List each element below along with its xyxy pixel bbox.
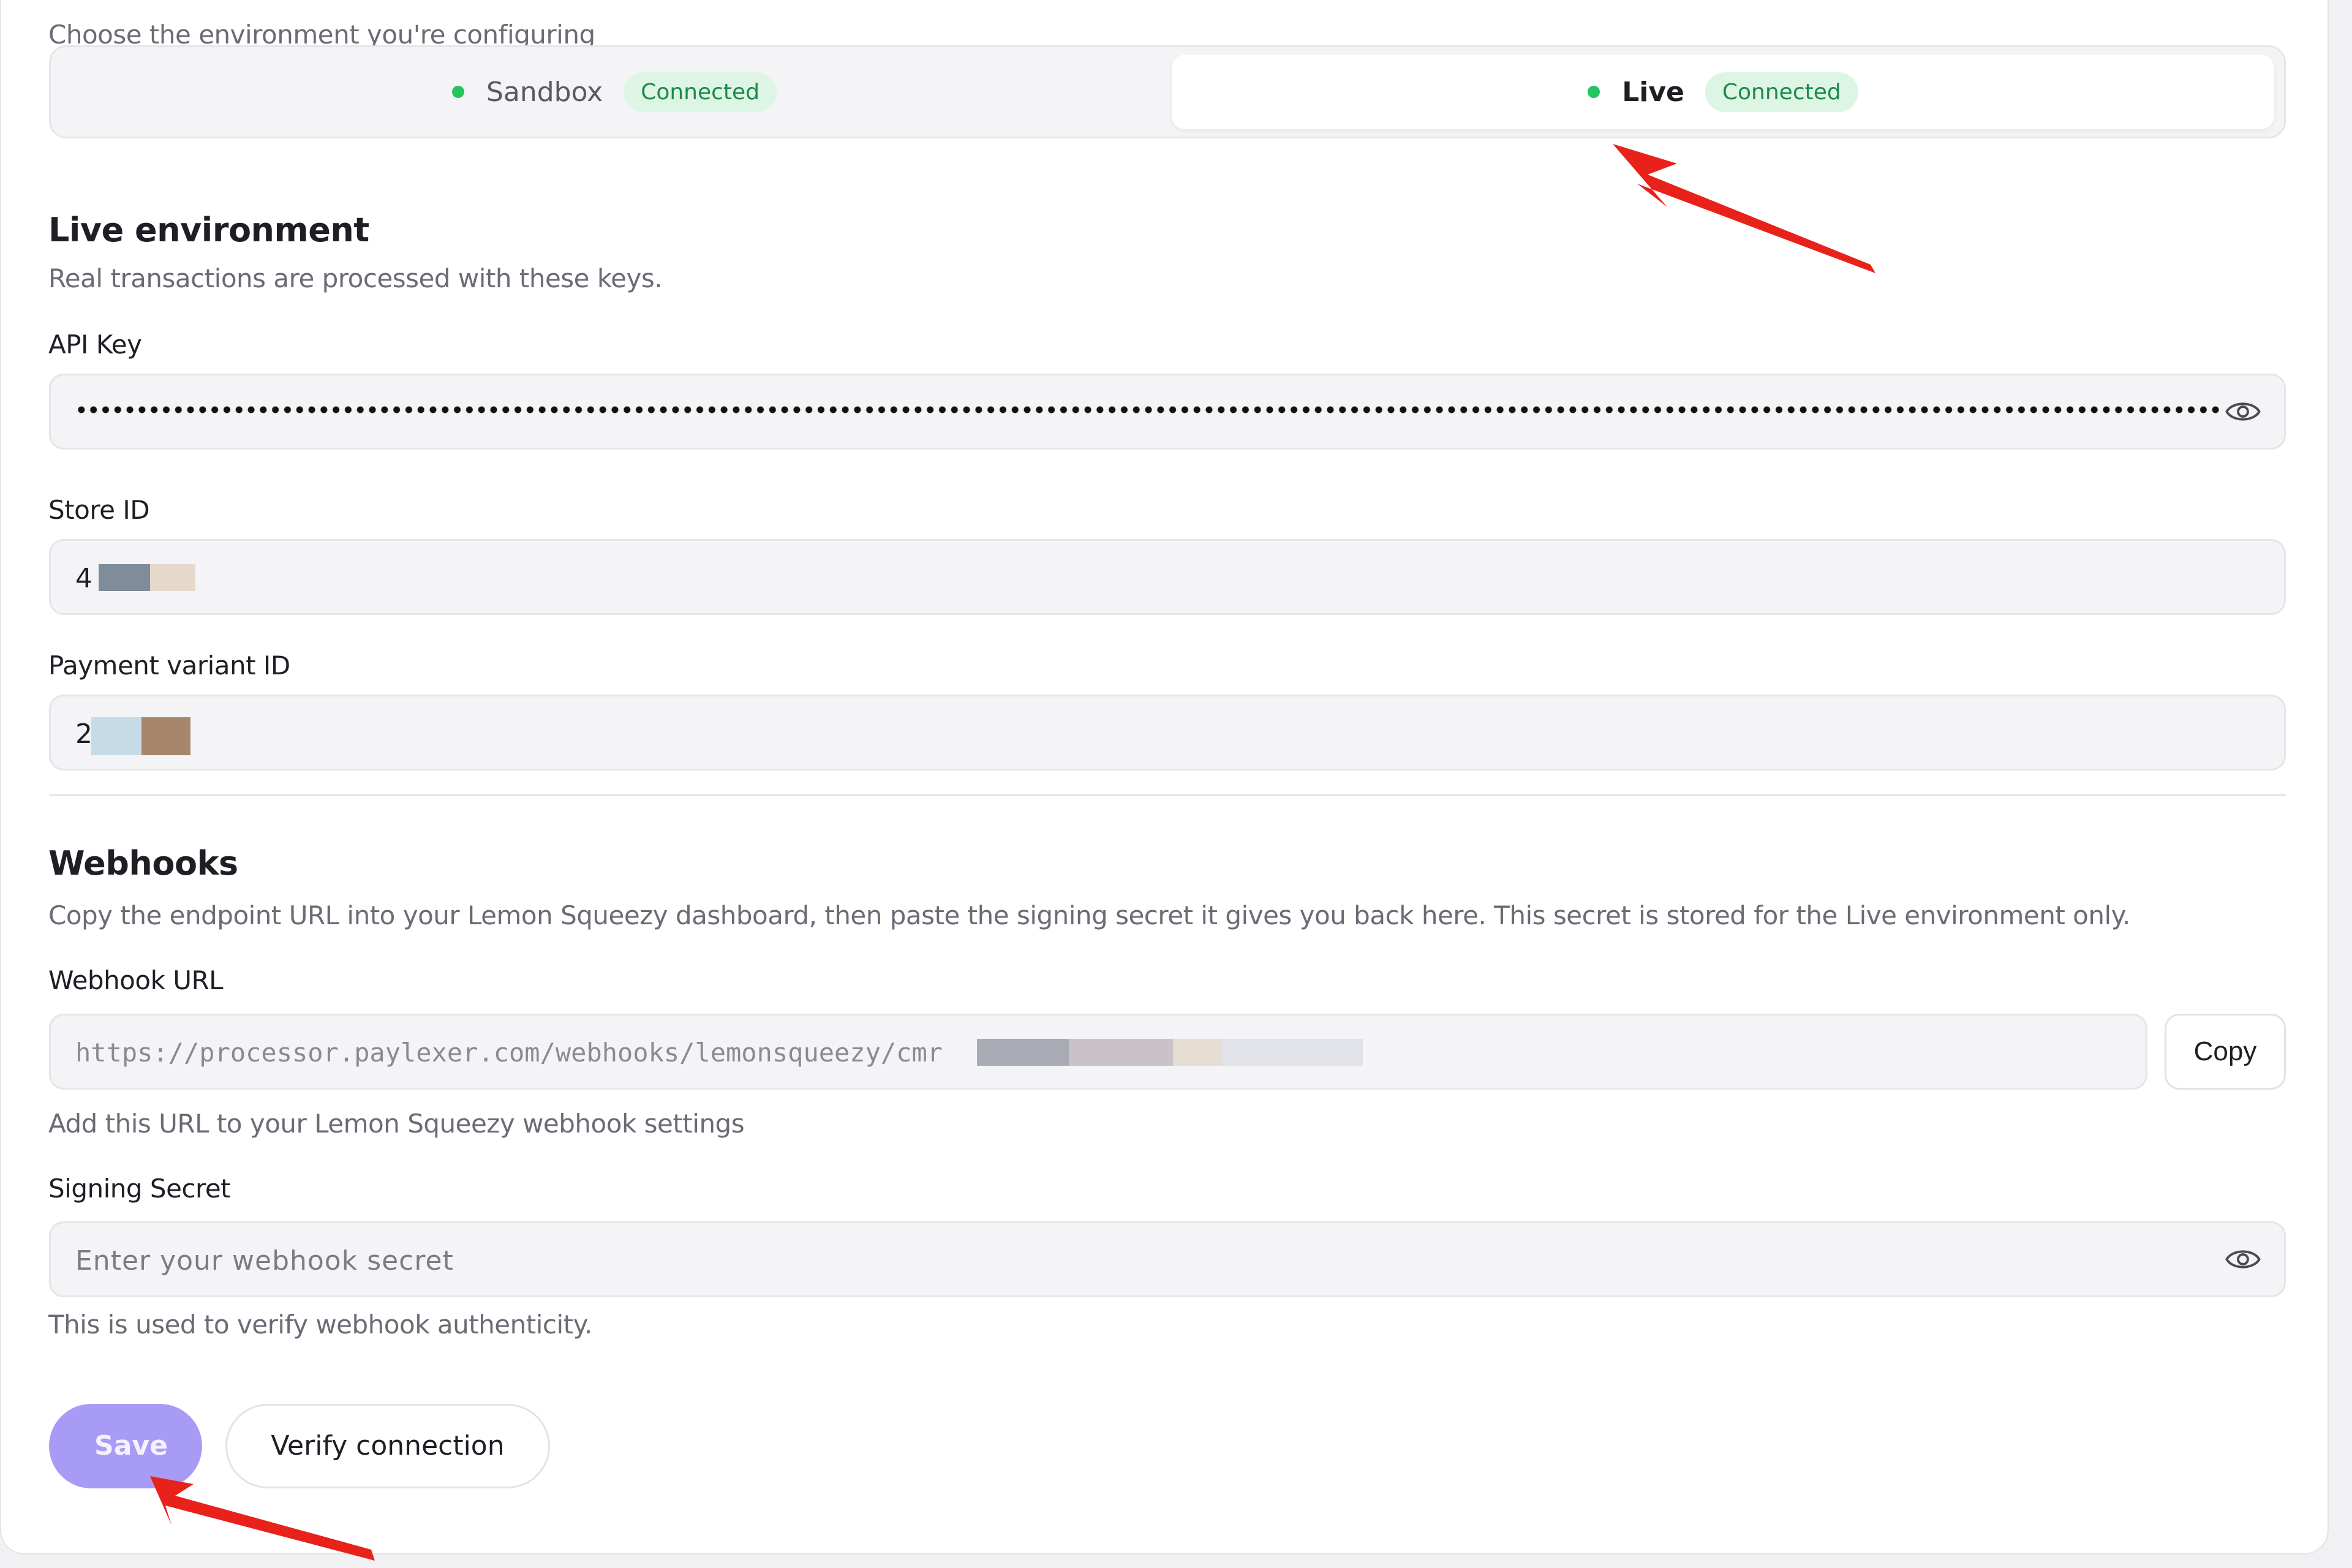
status-badge: Connected xyxy=(624,72,777,112)
env-name: Sandbox xyxy=(486,76,603,108)
store-id-value: 4 xyxy=(75,563,92,594)
status-badge: Connected xyxy=(1705,72,1858,112)
signing-secret-placeholder: Enter your webhook secret xyxy=(75,1245,454,1276)
signing-secret-hint: This is used to verify webhook authentic… xyxy=(48,1310,592,1340)
webhooks-section-title: Webhooks xyxy=(48,844,238,883)
redaction-block xyxy=(91,717,141,755)
eye-icon[interactable] xyxy=(2225,1244,2261,1275)
eye-icon[interactable] xyxy=(2225,396,2261,427)
env-option-sandbox[interactable]: Sandbox Connected xyxy=(57,55,1172,129)
env-name: Live xyxy=(1622,76,1684,108)
webhook-url-input[interactable]: https://processor.paylexer.com/webhooks/… xyxy=(49,1014,2147,1090)
save-button[interactable]: Save xyxy=(49,1404,202,1488)
verify-connection-button[interactable]: Verify connection xyxy=(225,1404,550,1488)
payment-variant-value: 2 xyxy=(75,718,92,750)
redaction-block xyxy=(99,564,150,591)
redaction-block xyxy=(1173,1039,1222,1066)
live-section-title: Live environment xyxy=(48,211,369,249)
api-key-input[interactable] xyxy=(49,374,2286,450)
webhook-url-hint: Add this URL to your Lemon Squeezy webho… xyxy=(48,1109,745,1139)
redaction-block xyxy=(977,1039,1069,1066)
section-divider xyxy=(49,794,2286,796)
payment-variant-label: Payment variant ID xyxy=(48,650,290,680)
webhooks-description: Copy the endpoint URL into your Lemon Sq… xyxy=(48,900,2130,930)
env-option-live[interactable]: Live Connected xyxy=(1172,55,2274,129)
copy-button[interactable]: Copy xyxy=(2165,1014,2286,1090)
webhook-url-label: Webhook URL xyxy=(48,965,224,995)
redaction-block xyxy=(141,717,190,755)
status-dot xyxy=(451,86,464,98)
signing-secret-input[interactable]: Enter your webhook secret xyxy=(49,1221,2286,1297)
redaction-block xyxy=(1222,1039,1363,1066)
signing-secret-label: Signing Secret xyxy=(48,1174,231,1204)
redaction-block xyxy=(150,564,195,591)
live-section-subtitle: Real transactions are processed with the… xyxy=(48,263,663,293)
webhook-url-value: https://processor.paylexer.com/webhooks/… xyxy=(75,1038,943,1068)
masked-value xyxy=(75,406,2219,413)
settings-card: Choose the environment you're configurin… xyxy=(0,0,2329,1555)
store-id-input[interactable]: 4 xyxy=(49,539,2286,615)
store-id-label: Store ID xyxy=(48,495,150,525)
payment-variant-input[interactable]: 2 xyxy=(49,695,2286,771)
status-dot xyxy=(1588,86,1600,98)
api-key-label: API Key xyxy=(48,330,142,360)
environment-switcher: Sandbox Connected Live Connected xyxy=(49,45,2286,138)
redaction-block xyxy=(1069,1039,1173,1066)
